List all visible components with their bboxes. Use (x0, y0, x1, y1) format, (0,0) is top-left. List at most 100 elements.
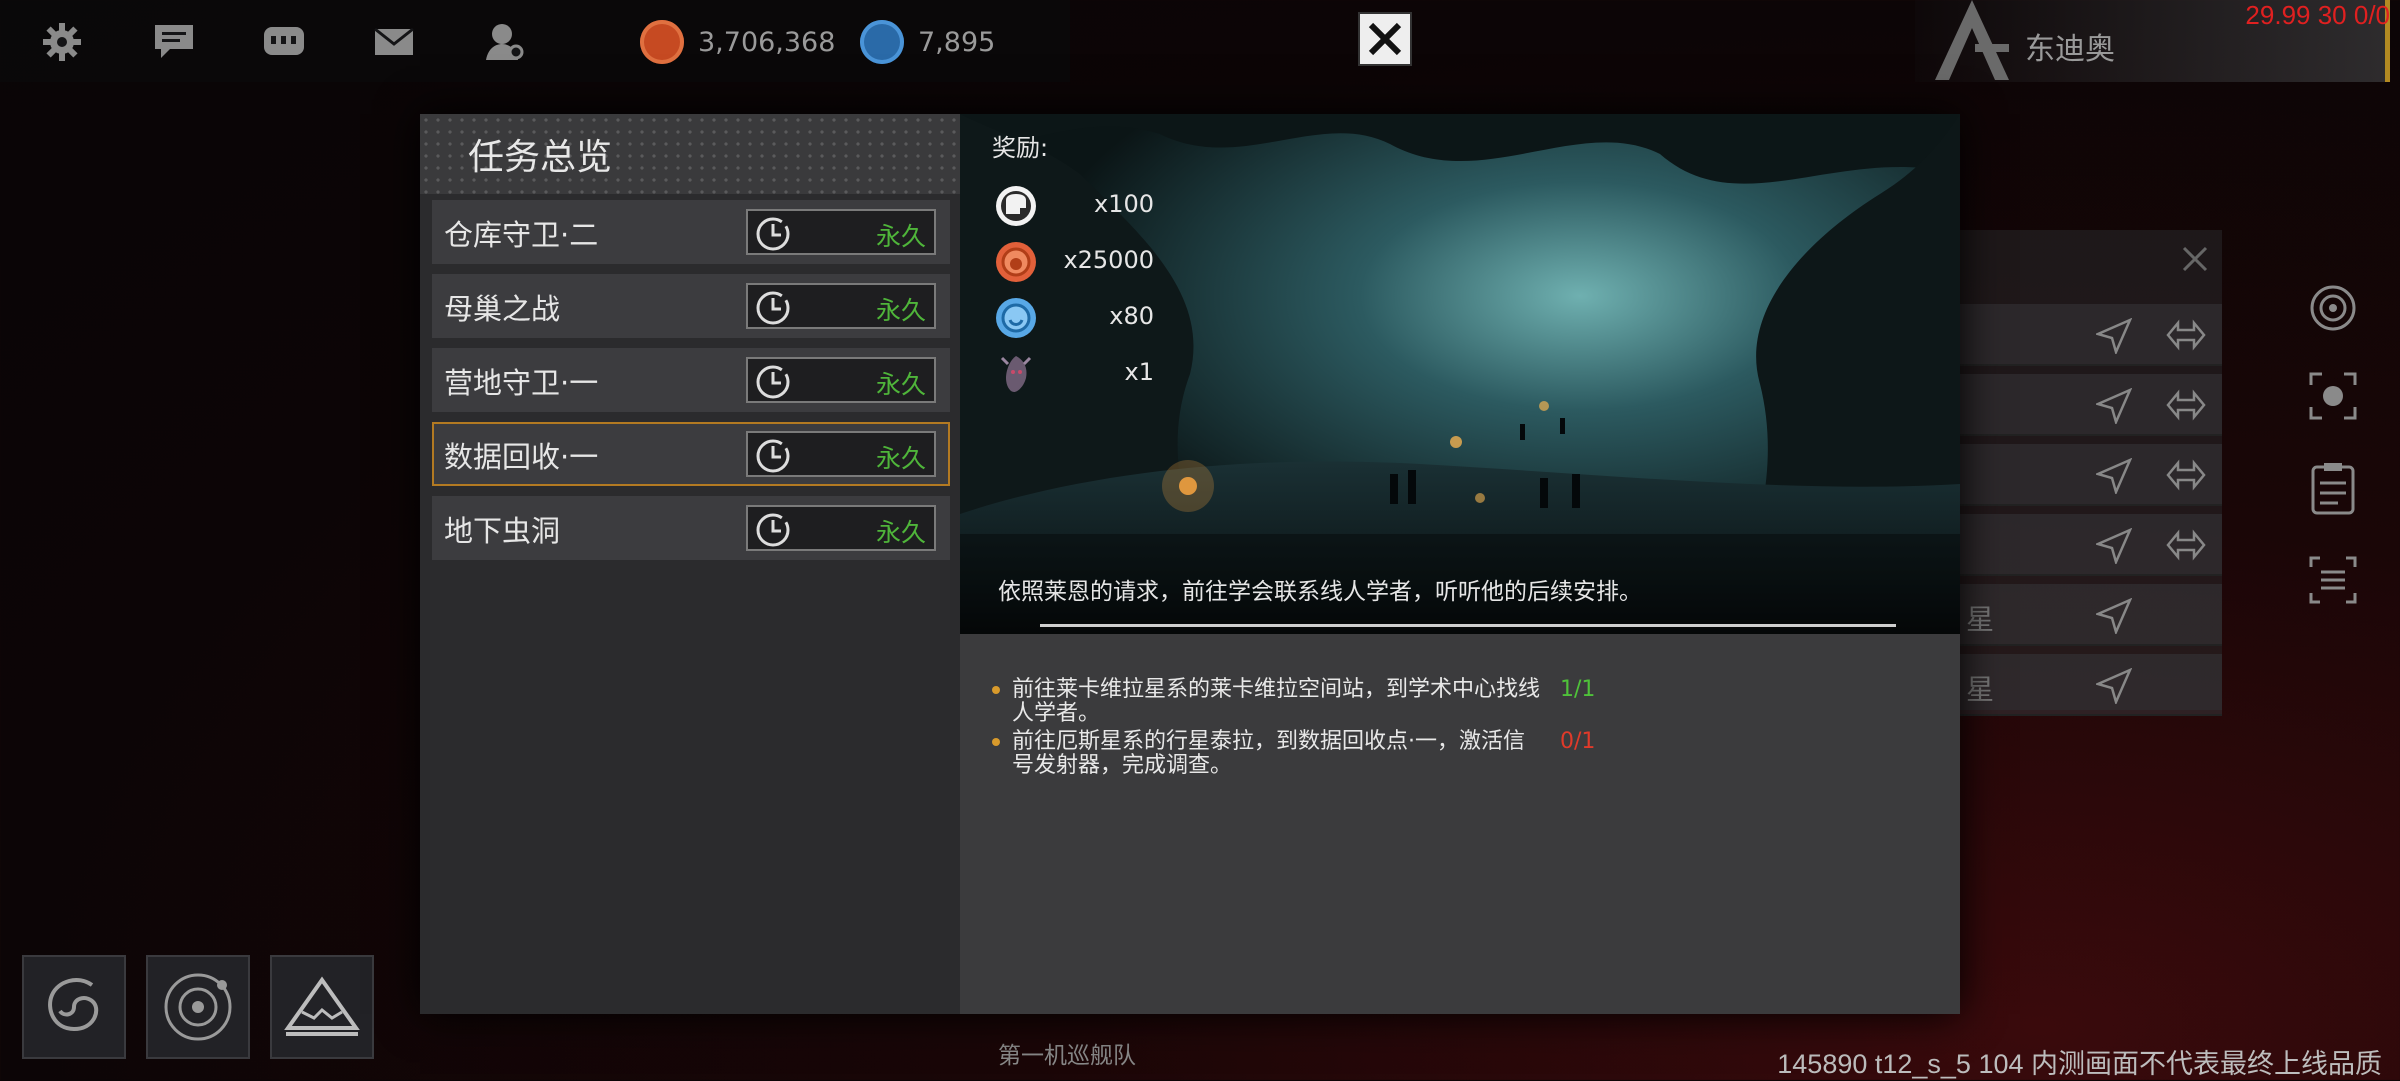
faction-logo-icon (1935, 0, 2009, 80)
navigate-icon[interactable] (2096, 318, 2132, 354)
resource-orange-icon (640, 20, 684, 64)
quest-timer: 永久 (746, 209, 936, 255)
background-fleet-list: 星 星 (1960, 230, 2222, 716)
reward-qty: x100 (1093, 190, 1154, 218)
close-icon[interactable] (2180, 244, 2210, 274)
resource-orange-icon (996, 242, 1036, 282)
galaxy-icon (48, 978, 99, 1032)
quest-item[interactable]: 地下虫洞 永久 (432, 496, 950, 560)
resource-blue-icon (996, 298, 1036, 338)
quest-duration: 永久 (875, 222, 926, 251)
quest-timer: 永久 (746, 283, 936, 329)
clock-icon (756, 439, 790, 473)
swap-icon[interactable] (2166, 458, 2206, 492)
planet-button[interactable] (146, 955, 250, 1059)
quest-item-selected[interactable]: 数据回收·一 永久 (432, 422, 950, 486)
helmet-icon (996, 186, 1036, 226)
quest-name: 地下虫洞 (444, 514, 561, 548)
clock-icon (756, 365, 790, 399)
top-bar: 3,706,368 7,895 (0, 0, 1070, 82)
quest-name: 营地守卫·一 (444, 366, 599, 400)
quest-item[interactable]: 营地守卫·一 永久 (432, 348, 950, 412)
quest-list-panel: 任务总览 仓库守卫·二 永久 母巢之战 永久 营地守卫·一 永久 数据回收·一 (420, 114, 960, 1014)
navigate-icon[interactable] (2096, 528, 2132, 564)
gear-icon[interactable] (36, 16, 88, 68)
list-item[interactable]: 星 (1960, 584, 2222, 646)
mail-icon[interactable] (368, 16, 420, 68)
list-item[interactable] (1960, 374, 2222, 436)
close-icon (1368, 22, 1402, 56)
player-name: 东迪奥 (2025, 32, 2115, 67)
quest-name: 数据回收·一 (444, 440, 599, 474)
resource-blue: 7,895 (860, 20, 995, 64)
base-button[interactable] (270, 955, 374, 1059)
person-icon[interactable] (478, 16, 530, 68)
reward-item[interactable]: x100 (994, 182, 1154, 230)
quest-name: 仓库守卫·二 (444, 218, 599, 252)
list-item[interactable] (1960, 304, 2222, 366)
quest-timer: 永久 (746, 357, 936, 403)
quest-item[interactable]: 仓库守卫·二 永久 (432, 200, 950, 264)
objective-text: 前往厄斯星系的行星泰拉，到数据回收点·一，激活信号发射器，完成调查。 (1012, 729, 1525, 778)
close-button[interactable] (1358, 12, 1412, 66)
chat-bubbles-icon[interactable] (258, 16, 310, 68)
chat-icon[interactable] (148, 16, 200, 68)
bullet (992, 738, 1000, 746)
swap-icon[interactable] (2166, 388, 2206, 422)
resource-blue-icon (860, 20, 904, 64)
mountain-icon (284, 976, 360, 1036)
clock-icon (756, 291, 790, 325)
quest-overview-dialog: 任务总览 仓库守卫·二 永久 母巢之战 永久 营地守卫·一 永久 数据回收·一 (420, 114, 1960, 1014)
quest-description: 依照莱恩的请求，前往学会联系线人学者，听听他的后续安排。 (998, 579, 1642, 605)
quest-timer: 永久 (746, 431, 936, 477)
quest-timer: 永久 (746, 505, 936, 551)
list-item[interactable] (1960, 444, 2222, 506)
objective-progress: 0/1 (1560, 729, 1596, 754)
list-icon[interactable] (2305, 552, 2361, 608)
clipboard-icon[interactable] (2305, 460, 2361, 516)
quest-duration: 永久 (875, 370, 926, 399)
radar-icon[interactable] (2305, 280, 2361, 336)
quest-duration: 永久 (875, 518, 926, 547)
navigate-icon[interactable] (2096, 458, 2132, 494)
fps-counter: 29.99 30 0/0 (2245, 0, 2390, 30)
reward-item[interactable]: x25000 (994, 238, 1154, 286)
scan-icon[interactable] (2305, 368, 2361, 424)
galaxy-button[interactable] (22, 955, 126, 1059)
reward-title: 奖励: (992, 134, 1049, 162)
reward-item[interactable]: x80 (994, 294, 1154, 342)
quest-illustration: 奖励: x100 x25000 x80 x1 依照莱恩的请求，前往学会联系线人学… (960, 114, 1960, 634)
build-info: 145890 t12_s_5 104 内测画面不代表最终上线品质 (1777, 1049, 2382, 1079)
creature-icon (1000, 356, 1032, 392)
quest-duration: 永久 (875, 444, 926, 473)
list-item[interactable]: 星 (1960, 654, 2222, 716)
bullet (992, 686, 1000, 694)
clock-icon (756, 217, 790, 251)
reward-qty: x25000 (1063, 246, 1154, 274)
swap-icon[interactable] (2166, 318, 2206, 352)
panel-title: 任务总览 (468, 137, 613, 178)
quest-name: 母巢之战 (444, 292, 561, 326)
resource-blue-value: 7,895 (918, 26, 996, 58)
navigate-icon[interactable] (2096, 388, 2132, 424)
fleet-label[interactable]: 第一机巡舰队 (998, 1036, 1136, 1070)
planet-icon (164, 973, 232, 1041)
quest-item[interactable]: 母巢之战 永久 (432, 274, 950, 338)
clock-icon (756, 513, 790, 547)
objectives-area: 前往莱卡维拉星系的莱卡维拉空间站，到学术中心找线人学者。 1/1 前往厄斯星系的… (960, 634, 1960, 1014)
reward-qty: x1 (1124, 358, 1154, 386)
objective-text: 前往莱卡维拉星系的莱卡维拉空间站，到学术中心找线人学者。 (1012, 677, 1541, 726)
reward-item[interactable]: x1 (994, 350, 1154, 398)
quest-duration: 永久 (875, 296, 926, 325)
navigate-icon[interactable] (2096, 668, 2132, 704)
objective-item: 前往厄斯星系的行星泰拉，到数据回收点·一，激活信号发射器，完成调查。 0/1 (992, 729, 1595, 778)
resource-orange: 3,706,368 (640, 20, 835, 64)
resource-orange-value: 3,706,368 (698, 26, 836, 58)
list-item[interactable] (1960, 514, 2222, 576)
swap-icon[interactable] (2166, 528, 2206, 562)
reward-qty: x80 (1109, 302, 1154, 330)
quest-detail-panel: 奖励: x100 x25000 x80 x1 依照莱恩的请求，前往学会联系线人学… (960, 114, 1960, 1014)
divider (1040, 624, 1896, 627)
navigate-icon[interactable] (2096, 598, 2132, 634)
objective-item: 前往莱卡维拉星系的莱卡维拉空间站，到学术中心找线人学者。 1/1 (992, 677, 1595, 726)
